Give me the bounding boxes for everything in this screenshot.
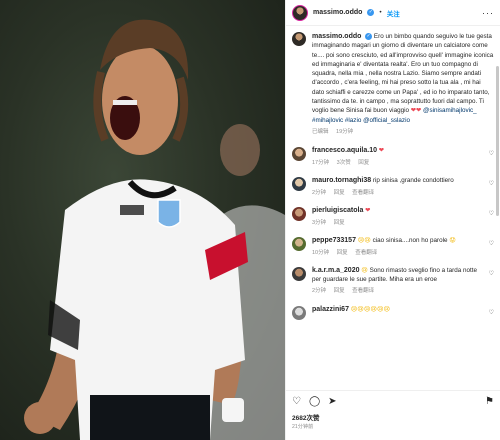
like-comment-heart-icon[interactable]: ♡ — [489, 240, 494, 247]
commenter-avatar[interactable] — [292, 177, 306, 192]
share-send-icon[interactable]: ➤ — [328, 396, 336, 407]
comments-scrollbar[interactable] — [496, 66, 499, 216]
comment-item: pierluigiscatola ❤ 3分钟 回复 ♡ — [292, 207, 494, 227]
header-separator: • — [379, 9, 382, 16]
see-translation-button[interactable]: 查看翻译 — [352, 288, 374, 294]
like-heart-icon[interactable]: ♡ — [292, 396, 301, 407]
verified-badge-icon: ✓ — [365, 32, 373, 40]
reply-button[interactable]: 回复 — [358, 160, 369, 166]
reply-button[interactable]: 回复 — [334, 288, 345, 294]
comment-item: palazzini67 😢😢😢😢😢😢 ♡ — [292, 305, 494, 320]
commenter-username[interactable]: peppe733157 — [312, 237, 356, 244]
comment-time: 3分钟 — [312, 219, 327, 226]
comment-time: 17分钟 — [312, 159, 330, 166]
comment-text: rip sinisa ,grande condottiero — [372, 177, 454, 185]
commenter-username[interactable]: pierluigiscatola — [312, 207, 363, 214]
comment-time: 2分钟 — [312, 189, 327, 196]
instagram-post-modal: massimo.oddo ✓ • 关注 ··· massimo.oddo ✓ E… — [0, 0, 500, 440]
comment-composer — [286, 432, 500, 440]
like-count[interactable]: 2682次赞 — [286, 412, 500, 422]
commenter-username[interactable]: palazzini67 — [312, 306, 349, 313]
commenter-username[interactable]: mauro.tornaghi38 — [312, 177, 371, 184]
post-caption: massimo.oddo ✓ Ero un bimbo quando segui… — [292, 32, 494, 137]
caption-avatar[interactable] — [292, 32, 306, 46]
see-translation-button[interactable]: 查看翻译 — [355, 250, 377, 256]
see-translation-button[interactable]: 查看翻译 — [352, 190, 374, 196]
footballer-photo-illustration — [24, 19, 285, 440]
post-photo[interactable] — [0, 0, 285, 440]
comment-text: ciao sinisa....non ho parole — [372, 237, 448, 245]
save-bookmark-icon[interactable]: ⚑ — [485, 396, 494, 407]
reply-button[interactable]: 回复 — [334, 220, 345, 226]
comment-time: 2分钟 — [312, 288, 327, 295]
post-date: 21分钟前 — [292, 424, 314, 430]
caption-meta: 已编辑 19分钟 — [312, 128, 494, 137]
caption-text: Ero un bimbo quando seguivo le tue gesta… — [312, 33, 494, 115]
comment-meta: 2分钟 回复 查看翻译 — [312, 189, 482, 198]
reply-button[interactable]: 回复 — [337, 250, 348, 256]
more-options-icon[interactable]: ··· — [482, 8, 494, 18]
sad-emoji-icon: 😟 — [449, 237, 456, 245]
commenter-avatar[interactable] — [292, 237, 306, 252]
comment-meta: 17分钟 3次赞 回复 — [312, 159, 482, 168]
commenter-username[interactable]: k.a.r.m.a_2020 — [312, 267, 360, 274]
comment-item: k.a.r.m.a_2020 😢 Sono rimasto sveglio fi… — [292, 267, 494, 296]
comment-item: francesco.aquila.10 ❤ 17分钟 3次赞 回复 ♡ — [292, 147, 494, 167]
reply-button[interactable]: 回复 — [334, 190, 345, 196]
like-comment-heart-icon[interactable]: ♡ — [489, 180, 494, 187]
crying-emoji-icon: 😢😢😢😢😢😢 — [350, 305, 391, 313]
like-comment-heart-icon[interactable]: ♡ — [489, 309, 494, 316]
heart-emoji-icon: ❤❤ — [410, 107, 422, 115]
comment-likes[interactable]: 3次赞 — [337, 160, 351, 166]
commenter-avatar[interactable] — [292, 207, 306, 222]
post-header: massimo.oddo ✓ • 关注 ··· — [286, 0, 500, 26]
author-username[interactable]: massimo.oddo — [313, 9, 362, 16]
commenter-avatar[interactable] — [292, 305, 306, 320]
comment-bubble-icon[interactable]: ◯ — [309, 396, 320, 407]
comment-time: 10分钟 — [312, 249, 330, 256]
post-actions-bar: ♡ ◯ ➤ ⚑ — [286, 390, 500, 412]
like-comment-heart-icon[interactable]: ♡ — [489, 150, 494, 157]
crying-emoji-icon: 😢😢 — [357, 237, 371, 245]
crying-emoji-icon: 😢 — [361, 267, 368, 275]
caption-username[interactable]: massimo.oddo — [312, 33, 361, 40]
comment-item: mauro.tornaghi38 rip sinisa ,grande cond… — [292, 177, 494, 197]
caption-time: 19分钟 — [336, 128, 354, 135]
heart-emoji-icon: ❤ — [365, 207, 371, 215]
post-side-panel: massimo.oddo ✓ • 关注 ··· massimo.oddo ✓ E… — [285, 0, 500, 440]
edited-label: 已编辑 — [312, 128, 329, 135]
author-avatar[interactable] — [292, 4, 308, 21]
verified-badge-icon: ✓ — [367, 9, 375, 16]
comment-item: peppe733157 😢😢 ciao sinisa....non ho par… — [292, 237, 494, 257]
comments-scroll-area[interactable]: massimo.oddo ✓ Ero un bimbo quando segui… — [286, 26, 500, 390]
like-comment-heart-icon[interactable]: ♡ — [489, 210, 494, 217]
comment-meta: 3分钟 回复 — [312, 219, 482, 228]
commenter-avatar[interactable] — [292, 267, 306, 282]
commenter-username[interactable]: francesco.aquila.10 — [312, 147, 377, 154]
heart-emoji-icon: ❤ — [378, 147, 385, 155]
comment-meta: 2分钟 回复 查看翻译 — [312, 287, 482, 296]
comment-meta: 10分钟 回复 查看翻译 — [312, 249, 482, 258]
follow-button[interactable]: 关注 — [387, 8, 400, 18]
like-comment-heart-icon[interactable]: ♡ — [489, 270, 494, 277]
commenter-avatar[interactable] — [292, 147, 306, 162]
